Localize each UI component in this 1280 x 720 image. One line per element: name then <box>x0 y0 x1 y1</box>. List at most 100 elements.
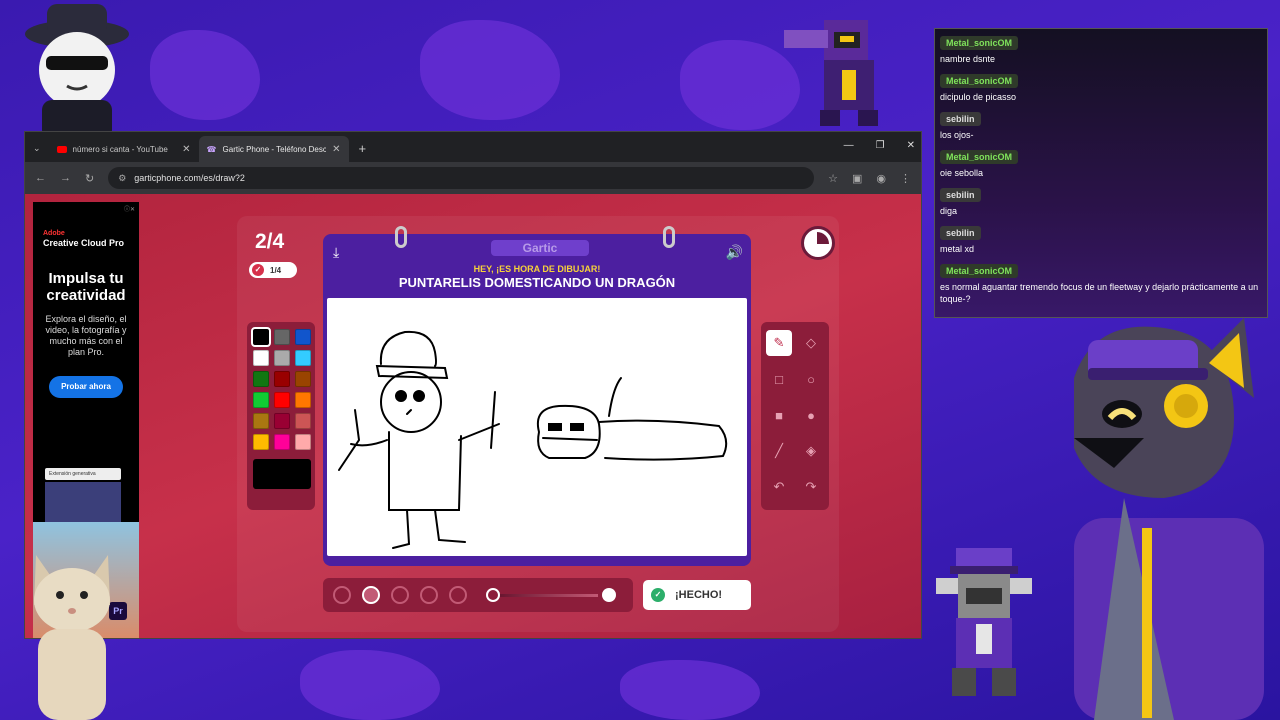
chat-text: metal xd <box>940 244 975 254</box>
color-swatch[interactable] <box>295 413 311 429</box>
close-icon[interactable]: ✕ <box>332 144 340 155</box>
chat-username[interactable]: Metal_sonicOM <box>940 264 1019 278</box>
undo-icon[interactable]: ↶ <box>766 474 792 500</box>
close-window-icon[interactable]: ✕ <box>907 140 915 151</box>
current-color-preview <box>253 459 311 489</box>
chat-username[interactable]: sebilin <box>940 112 981 126</box>
progress-text: 1/4 <box>270 265 282 275</box>
eraser-icon[interactable]: ◇ <box>798 330 824 356</box>
pencil-icon[interactable]: ✎ <box>766 330 792 356</box>
ad-cta-button[interactable]: Probar ahora <box>49 376 123 398</box>
binder-ring <box>663 226 675 248</box>
menu-icon[interactable]: ⋮ <box>900 172 911 185</box>
brush-size-5[interactable] <box>449 586 467 604</box>
chat-username[interactable]: sebilin <box>940 188 981 202</box>
color-swatch[interactable] <box>295 392 311 408</box>
line-icon[interactable]: ╱ <box>766 438 792 464</box>
done-button[interactable]: ✓ ¡HECHO! <box>643 580 751 610</box>
chat-message: Metal_sonicOMnambre dsnte <box>935 29 1267 67</box>
color-swatch[interactable] <box>253 434 269 450</box>
cat-image <box>34 555 110 720</box>
minimize-icon[interactable]: — <box>844 140 854 151</box>
tab-youtube[interactable]: número si canta - YouTube ✕ <box>49 136 199 162</box>
gartic-icon: ☎ <box>206 144 217 154</box>
color-swatch[interactable] <box>274 392 290 408</box>
color-swatch[interactable] <box>253 371 269 387</box>
url-field[interactable]: ⚙ garticphone.com/es/draw?2 <box>108 167 815 189</box>
ad-choices-icon[interactable]: ⓘ✕ <box>124 204 135 213</box>
ad-body: Explora el diseño, el video, la fotograf… <box>45 314 127 357</box>
check-icon: ✓ <box>651 588 665 602</box>
fill-icon[interactable]: ◈ <box>798 438 824 464</box>
color-swatch[interactable] <box>274 371 290 387</box>
ad-product: Creative Cloud Pro <box>43 238 125 248</box>
url-text: garticphone.com/es/draw?2 <box>134 173 245 183</box>
filled-ellipse-icon[interactable]: ● <box>798 402 824 428</box>
pixel-character-bottom <box>936 548 1032 696</box>
brush-size-4[interactable] <box>420 586 438 604</box>
chat-text: dicipulo de picasso <box>940 92 1017 102</box>
wolf-character <box>1074 318 1264 720</box>
color-swatch[interactable] <box>295 371 311 387</box>
timer-icon <box>801 226 835 260</box>
color-swatch[interactable] <box>251 327 271 347</box>
tab-label: número si canta - YouTube <box>72 144 168 154</box>
chat-text: nambre dsnte <box>940 54 996 64</box>
rectangle-icon[interactable]: □ <box>766 366 792 392</box>
chat-username[interactable]: Metal_sonicOM <box>940 150 1019 164</box>
reload-icon[interactable]: ↻ <box>85 172 94 185</box>
forward-icon[interactable]: → <box>60 172 71 184</box>
chat-username[interactable]: Metal_sonicOM <box>940 74 1019 88</box>
opacity-slider[interactable] <box>486 586 616 604</box>
profile-icon[interactable]: ◉ <box>876 172 886 185</box>
back-icon[interactable]: ← <box>35 172 46 184</box>
restore-icon[interactable]: ❐ <box>876 140 885 151</box>
youtube-icon <box>56 145 67 153</box>
ellipse-icon[interactable]: ○ <box>798 366 824 392</box>
opacity-knob[interactable] <box>602 588 616 602</box>
chat-text: oie sebolla <box>940 168 984 178</box>
download-icon[interactable]: ⤓ <box>333 244 339 261</box>
board-header: ⤓ Gartic HEY, ¡ES HORA DE DIBUJAR! PUNTA… <box>323 226 751 296</box>
chat-message: Metal_sonicOMoie sebolla <box>935 143 1267 181</box>
check-icon: ✓ <box>252 264 264 276</box>
volume-icon[interactable]: 🔊 <box>726 244 743 261</box>
chat-message: sebilin metal xd <box>935 219 1267 257</box>
gartic-logo: Gartic <box>491 240 589 256</box>
color-swatch[interactable] <box>274 329 290 345</box>
redo-icon[interactable]: ↷ <box>798 474 824 500</box>
avatar-character-hat <box>25 4 129 140</box>
chat-message: Metal_sonicOM dicipulo de picasso <box>935 67 1267 105</box>
drawing-canvas[interactable] <box>327 298 747 556</box>
drawing-strokes <box>338 330 728 549</box>
filled-rectangle-icon[interactable]: ■ <box>766 402 792 428</box>
tab-gartic[interactable]: ☎ Gartic Phone - Teléfono Descon ✕ <box>198 136 349 162</box>
color-swatch[interactable] <box>274 413 290 429</box>
tab-label: Gartic Phone - Teléfono Descon <box>222 144 327 154</box>
color-swatch[interactable] <box>253 413 269 429</box>
brush-size-3[interactable] <box>391 586 409 604</box>
chat-username[interactable]: sebilin <box>940 226 981 240</box>
color-swatch[interactable] <box>274 350 290 366</box>
bookmark-star-icon[interactable]: ☆ <box>828 172 838 185</box>
color-swatch[interactable] <box>295 329 311 345</box>
brush-size-2[interactable] <box>362 586 380 604</box>
new-tab-icon[interactable]: + <box>359 141 367 156</box>
color-swatch[interactable] <box>274 434 290 450</box>
close-icon[interactable]: ✕ <box>182 144 190 155</box>
chat-username[interactable]: Metal_sonicOM <box>940 36 1019 50</box>
color-swatch[interactable] <box>295 434 311 450</box>
binder-ring <box>395 226 407 248</box>
tab-search-icon[interactable]: ⌄ <box>33 143 41 154</box>
tool-panel: ✎ ◇ □ ○ ■ ● ╱ ◈ ↶ ↷ <box>761 322 829 510</box>
opacity-track <box>500 594 598 597</box>
brush-size-1[interactable] <box>333 586 351 604</box>
pixel-character-top <box>784 20 878 126</box>
site-info-icon[interactable]: ⚙ <box>118 173 126 184</box>
color-swatch[interactable] <box>253 350 269 366</box>
color-palette <box>247 322 315 510</box>
color-swatch[interactable] <box>295 350 311 366</box>
extensions-icon[interactable]: ▣ <box>852 172 862 185</box>
browser-window: ⌄ número si canta - YouTube ✕ ☎ Gartic P… <box>24 131 922 639</box>
color-swatch[interactable] <box>253 392 269 408</box>
